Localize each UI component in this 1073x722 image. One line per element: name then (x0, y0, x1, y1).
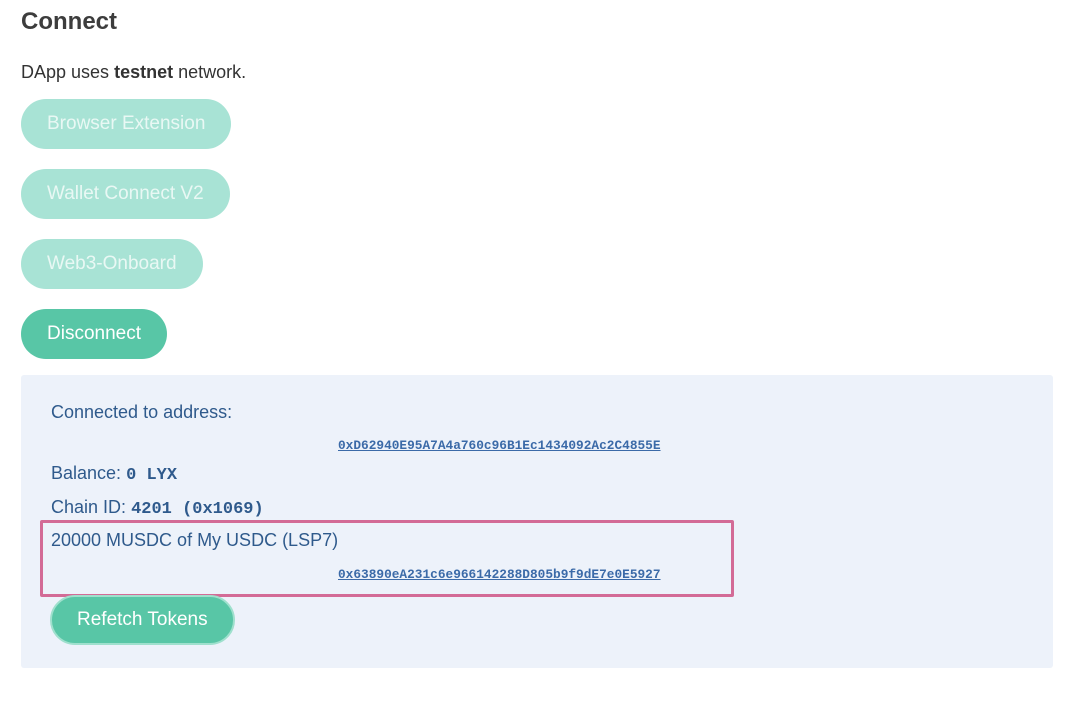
connect-page: Connect DApp uses testnet network. Brows… (0, 0, 1073, 722)
chain-row: Chain ID: 4201 (0x1069) (51, 497, 264, 519)
disconnect-button[interactable]: Disconnect (21, 309, 167, 359)
balance-row: Balance: 0 LYX (51, 463, 177, 485)
token-item-highlight: 20000 MUSDC of My USDC (LSP7) 0x63890eA2… (40, 520, 734, 597)
account-panel: Connected to address: 0xD62940E95A7A4a76… (21, 375, 1053, 668)
browser-extension-button[interactable]: Browser Extension (21, 99, 232, 149)
token-description: 20000 MUSDC of My USDC (LSP7) (51, 530, 339, 550)
balance-label: Balance: (51, 463, 122, 483)
network-prefix: DApp uses (21, 62, 110, 82)
chain-label: Chain ID: (51, 497, 127, 517)
web3-onboard-button[interactable]: Web3-Onboard (21, 239, 203, 289)
network-suffix: network. (178, 62, 247, 82)
wallet-connect-button[interactable]: Wallet Connect V2 (21, 169, 230, 219)
chain-value: 4201 (0x1069) (131, 500, 264, 519)
balance-value: 0 LYX (126, 466, 178, 485)
network-name: testnet (114, 62, 174, 82)
refetch-tokens-button[interactable]: Refetch Tokens (50, 595, 235, 645)
page-title: Connect (21, 8, 117, 35)
account-address-link[interactable]: 0xD62940E95A7A4a760c96B1Ec1434092Ac2C485… (338, 438, 661, 453)
token-address-link[interactable]: 0x63890eA231c6e966142288D805b9f9dE7e0E59… (338, 567, 661, 582)
network-info: DApp uses testnet network. (21, 62, 246, 83)
connected-label: Connected to address: (51, 402, 233, 422)
